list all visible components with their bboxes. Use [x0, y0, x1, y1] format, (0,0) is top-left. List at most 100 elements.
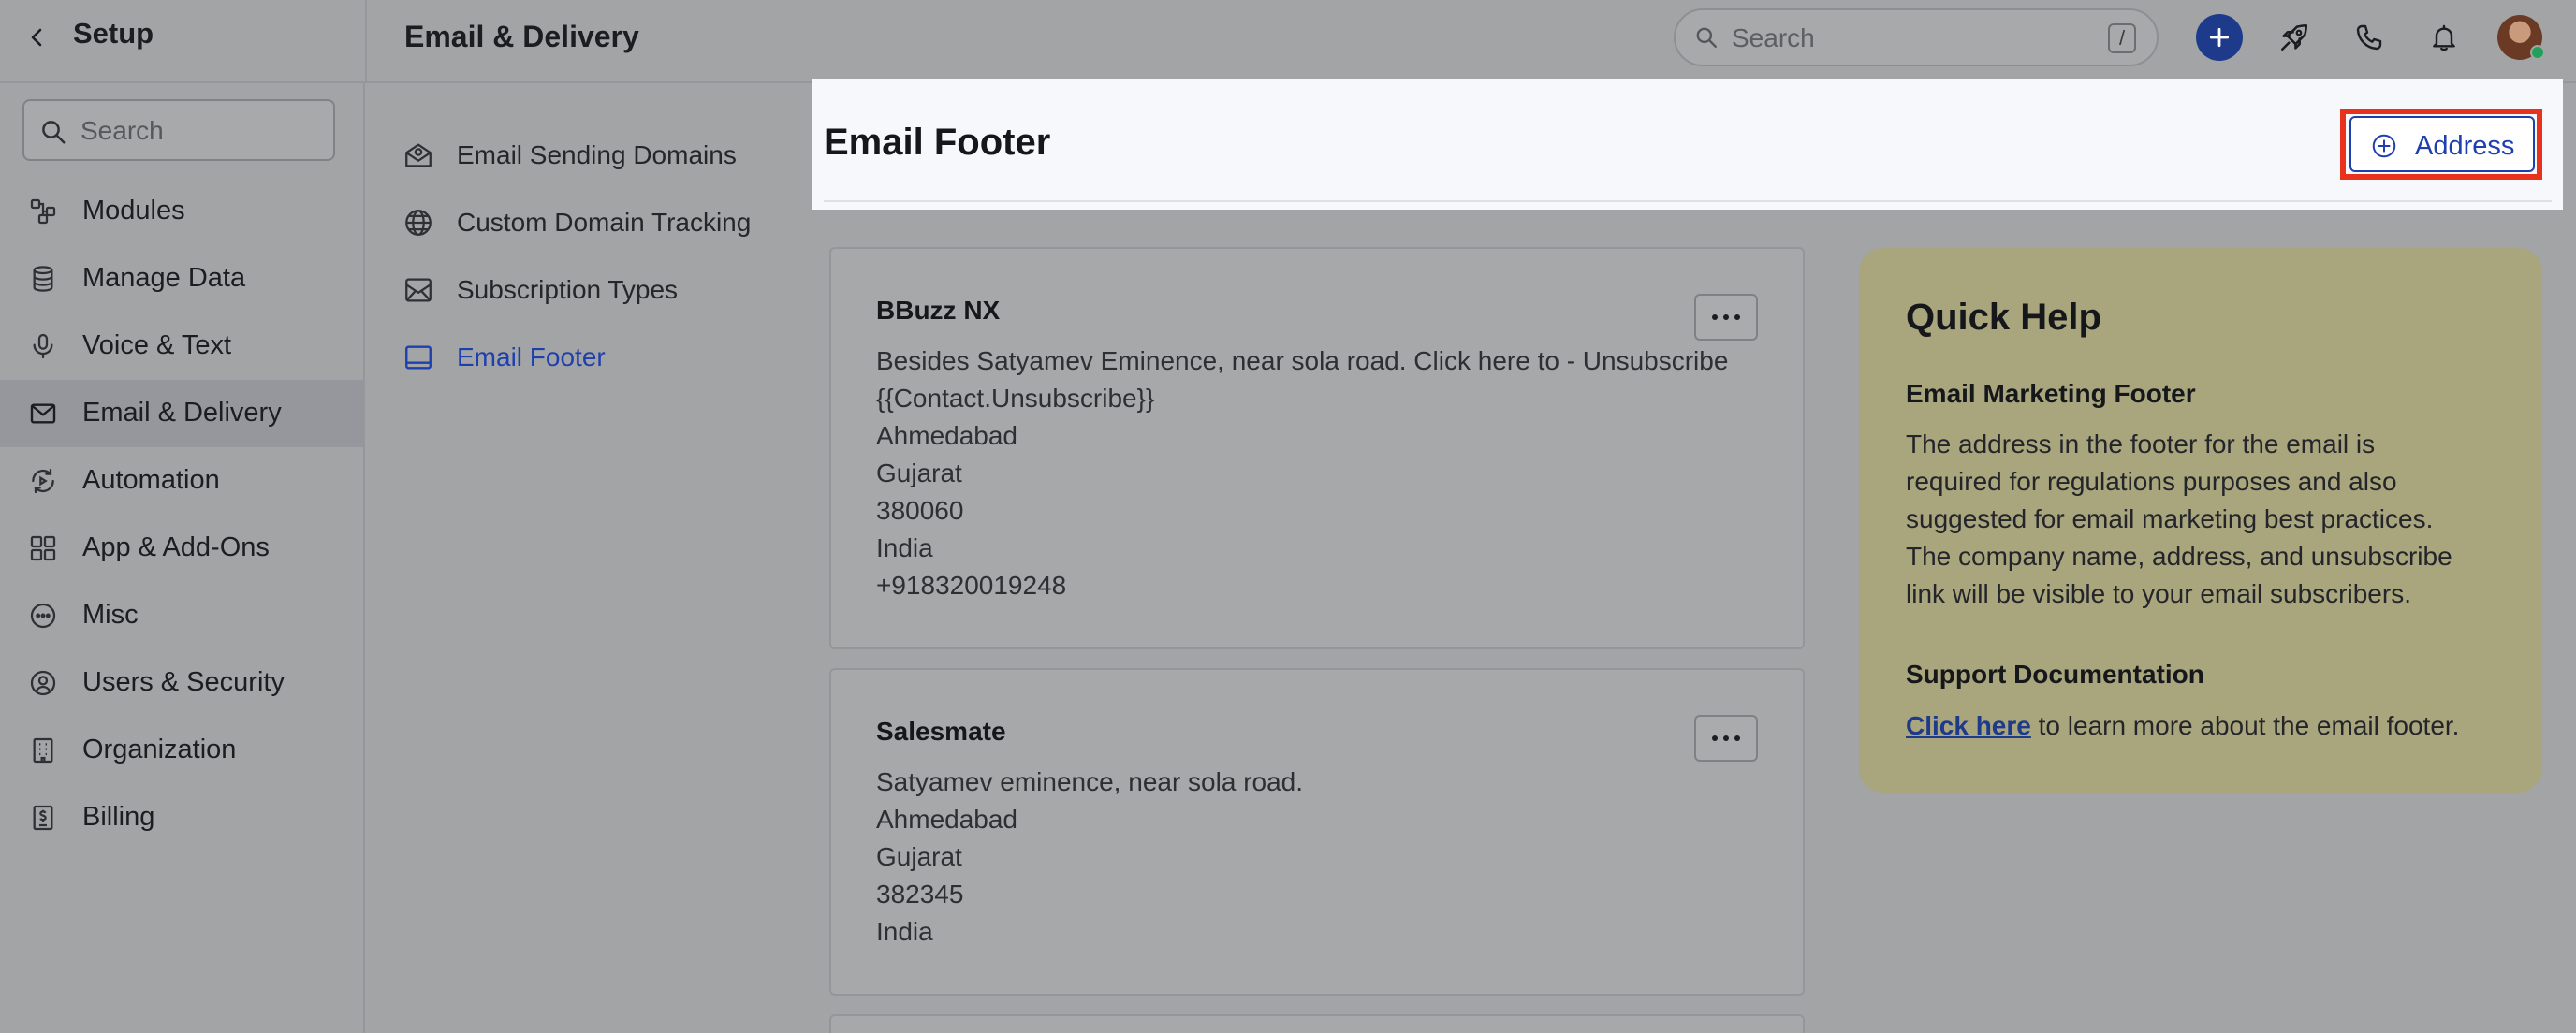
- help-line: required for regulations purposes and al…: [1906, 467, 2397, 496]
- sidebar-search-box[interactable]: [22, 99, 335, 161]
- billing-icon: [28, 803, 58, 833]
- sidebar-item-label: Modules: [82, 196, 185, 226]
- page-title: Email & Delivery: [404, 20, 639, 53]
- address-line: {{Contact.Unsubscribe}}: [876, 384, 1155, 413]
- sidebar-item-automation[interactable]: Automation: [0, 447, 363, 515]
- phone-icon[interactable]: [2346, 14, 2393, 61]
- help-link-line: Click here to learn more about the email…: [1906, 711, 2459, 741]
- divider: [365, 0, 367, 83]
- company-name: BBuzz NX: [876, 296, 1001, 325]
- company-name: Salesmate: [876, 717, 1006, 746]
- automation-icon: [28, 466, 58, 496]
- help-line: The company name, address, and unsubscri…: [1906, 542, 2452, 571]
- search-shortcut-key: /: [2108, 23, 2136, 53]
- globe-icon: [402, 207, 434, 239]
- mail-domain-icon: [402, 139, 434, 171]
- database-icon: [28, 264, 58, 294]
- address-line: India: [876, 917, 933, 946]
- global-search-box[interactable]: /: [1674, 8, 2159, 66]
- help-line: link will be visible to your email subsc…: [1906, 579, 2411, 608]
- address-card: Salesmate Satyamev eminence, near sola r…: [829, 668, 1805, 996]
- dot: [1723, 735, 1729, 741]
- dot: [1734, 735, 1740, 741]
- quick-help-subtitle: Email Marketing Footer: [1906, 379, 2196, 408]
- dot: [1723, 314, 1729, 320]
- address-line: +918320019248: [876, 571, 1067, 600]
- quick-help-text: The address in the footer for the email …: [1906, 426, 2505, 613]
- sidebar-item-organization[interactable]: Organization: [0, 717, 363, 784]
- help-line: The address in the footer for the email …: [1906, 429, 2376, 458]
- dot: [1712, 314, 1718, 320]
- divider: [824, 200, 2552, 202]
- address-line: Gujarat: [876, 842, 962, 871]
- modules-icon: [28, 196, 58, 226]
- global-search-input[interactable]: [1732, 22, 2087, 55]
- sidebar-item-voice-text[interactable]: Voice & Text: [0, 313, 363, 380]
- search-icon: [39, 118, 67, 151]
- online-status-dot: [2530, 45, 2545, 60]
- footer-icon: [402, 342, 434, 373]
- more-options-button[interactable]: [1694, 715, 1758, 762]
- sidebar-item-label: Voice & Text: [82, 330, 232, 360]
- subnav-label: Email Sending Domains: [457, 140, 737, 169]
- sidebar-item-manage-data[interactable]: Manage Data: [0, 245, 363, 313]
- subnav-label: Subscription Types: [457, 275, 679, 304]
- address-line: Ahmedabad: [876, 421, 1018, 450]
- apps-grid-icon: [28, 533, 58, 563]
- sidebar-item-users-security[interactable]: Users & Security: [0, 649, 363, 717]
- quick-help-title: Quick Help: [1906, 297, 2101, 338]
- plus-icon[interactable]: [2196, 14, 2243, 61]
- content-header: Email Footer Address: [812, 79, 2563, 210]
- dot: [1712, 735, 1718, 741]
- address-line: Gujarat: [876, 458, 962, 487]
- sidebar-item-label: Organization: [82, 735, 237, 764]
- sidebar-item-misc[interactable]: Misc: [0, 582, 363, 649]
- sidebar-item-label: Manage Data: [82, 263, 246, 293]
- address-line: Ahmedabad: [876, 805, 1018, 834]
- more-options-button[interactable]: [1694, 294, 1758, 341]
- sidebar: Modules Manage Data Voice & Text Email &…: [0, 83, 365, 1033]
- address-line: Satyamev eminence, near sola road.: [876, 767, 1304, 796]
- sidebar-item-billing[interactable]: Billing: [0, 784, 363, 851]
- inbox-icon: [402, 274, 434, 306]
- address-card: [829, 1014, 1805, 1033]
- setup-title: Setup: [73, 17, 154, 50]
- quick-help-panel: Quick Help Email Marketing Footer The ad…: [1859, 248, 2542, 793]
- envelope-icon: [28, 399, 58, 429]
- address-line: 382345: [876, 880, 964, 909]
- subnav-label: Custom Domain Tracking: [457, 208, 752, 237]
- address-line: Besides Satyamev Eminence, near sola roa…: [876, 346, 1729, 375]
- sidebar-item-label: App & Add-Ons: [82, 532, 270, 562]
- subnav-label: Email Footer: [457, 342, 606, 371]
- sidebar-item-label: Billing: [82, 802, 155, 832]
- rocket-icon[interactable]: [2271, 14, 2318, 61]
- add-address-label: Address: [2415, 131, 2515, 161]
- sidebar-search-input[interactable]: [80, 114, 324, 148]
- section-title: Email Footer: [824, 122, 1051, 163]
- top-bar: Setup Email & Delivery /: [0, 0, 2576, 83]
- address-card: BBuzz NX Besides Satyamev Eminence, near…: [829, 247, 1805, 649]
- sidebar-item-email-delivery[interactable]: Email & Delivery: [0, 380, 363, 447]
- building-icon: [28, 735, 58, 765]
- quick-help-subtitle: Support Documentation: [1906, 660, 2204, 689]
- dot: [1734, 314, 1740, 320]
- help-line: suggested for email marketing best pract…: [1906, 504, 2434, 533]
- sidebar-item-app-add-ons[interactable]: App & Add-Ons: [0, 515, 363, 582]
- back-arrow-icon[interactable]: [19, 19, 56, 56]
- plus-circle-icon: [2370, 132, 2398, 160]
- click-here-link[interactable]: Click here: [1906, 711, 2031, 740]
- bell-icon[interactable]: [2421, 14, 2467, 61]
- search-icon: [1694, 25, 1719, 54]
- address-line: 380060: [876, 496, 964, 525]
- sidebar-item-label: Misc: [82, 600, 139, 630]
- sidebar-item-label: Email & Delivery: [82, 398, 282, 428]
- microphone-icon: [28, 331, 58, 361]
- address-line: India: [876, 533, 933, 562]
- sidebar-item-label: Users & Security: [82, 667, 285, 697]
- more-circle-icon: [28, 601, 58, 631]
- sidebar-item-modules[interactable]: Modules: [0, 178, 363, 245]
- sidebar-item-label: Automation: [82, 465, 220, 495]
- add-address-button[interactable]: Address: [2349, 116, 2535, 172]
- help-link-suffix: to learn more about the email footer.: [2030, 711, 2460, 740]
- user-circle-icon: [28, 668, 58, 698]
